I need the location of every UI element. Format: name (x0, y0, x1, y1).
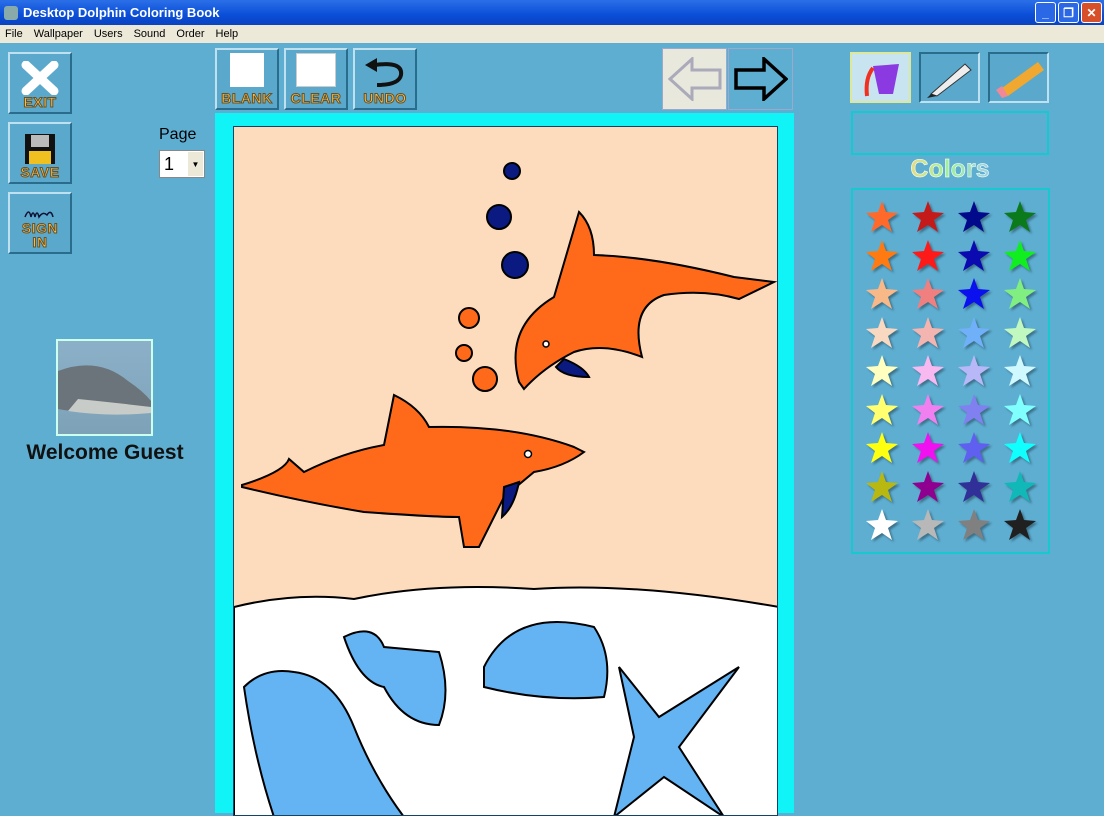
save-label: SAVE (20, 164, 60, 180)
chevron-down-icon[interactable]: ▼ (188, 152, 203, 176)
coloring-canvas[interactable] (233, 126, 778, 816)
pencil-eraser-icon (995, 61, 1044, 98)
color-star-19[interactable] (997, 352, 1043, 391)
color-star-23[interactable] (997, 391, 1043, 430)
menu-file[interactable]: File (0, 28, 29, 40)
blank-label: BLANK (221, 90, 273, 106)
menu-help[interactable]: Help (211, 28, 245, 40)
exit-label: EXIT (23, 94, 57, 110)
color-star-28[interactable] (859, 468, 905, 507)
dolphin-photo (58, 365, 151, 415)
page-value: 1 (164, 153, 175, 174)
color-star-7[interactable] (997, 237, 1043, 276)
current-color-preview (851, 111, 1049, 155)
color-star-25[interactable] (905, 429, 951, 468)
color-star-13[interactable] (905, 314, 951, 353)
color-star-29[interactable] (905, 468, 951, 507)
window-title: Desktop Dolphin Coloring Book (23, 5, 220, 20)
minimize-button[interactable]: _ (1035, 2, 1056, 23)
paint-bucket-tool[interactable] (850, 52, 911, 103)
color-star-24[interactable] (859, 429, 905, 468)
undo-arrow-icon (365, 58, 404, 87)
color-star-16[interactable] (859, 352, 905, 391)
dolphin-app-icon (4, 5, 18, 20)
clear-button[interactable]: CLEAR (284, 48, 348, 110)
previous-page-button[interactable] (662, 48, 727, 110)
page-label: Page (159, 126, 197, 143)
undo-label: UNDO (363, 90, 407, 106)
color-star-12[interactable] (859, 314, 905, 353)
menu-wallpaper[interactable]: Wallpaper (29, 28, 89, 40)
color-star-27[interactable] (997, 429, 1043, 468)
color-star-21[interactable] (905, 391, 951, 430)
close-button[interactable]: ✕ (1081, 2, 1102, 23)
color-star-9[interactable] (905, 275, 951, 314)
color-star-35[interactable] (997, 506, 1043, 545)
color-star-22[interactable] (951, 391, 997, 430)
blank-page-icon (230, 53, 264, 87)
color-star-11[interactable] (997, 275, 1043, 314)
title-bar: Desktop Dolphin Coloring Book _ ❐ ✕ (0, 0, 1104, 25)
color-star-5[interactable] (905, 237, 951, 276)
arrow-left-icon (667, 57, 721, 101)
maximize-button[interactable]: ❐ (1058, 2, 1079, 23)
color-star-30[interactable] (951, 468, 997, 507)
menu-sound[interactable]: Sound (129, 28, 172, 40)
coloring-picture (234, 127, 777, 815)
color-star-18[interactable] (951, 352, 997, 391)
sign-in-label: SIGN IN (21, 220, 59, 250)
menu-users[interactable]: Users (89, 28, 129, 40)
menu-order[interactable]: Order (171, 28, 210, 40)
page-select[interactable]: 1 ▼ (159, 150, 205, 178)
color-star-8[interactable] (859, 275, 905, 314)
menu-bar: File Wallpaper Users Sound Order Help (0, 25, 1104, 43)
color-star-33[interactable] (905, 506, 951, 545)
color-palette (851, 188, 1050, 554)
color-star-26[interactable] (951, 429, 997, 468)
blank-button[interactable]: BLANK (215, 48, 279, 110)
marker-tool[interactable] (919, 52, 980, 103)
floppy-disk-icon (25, 134, 55, 164)
color-star-20[interactable] (859, 391, 905, 430)
sign-in-button[interactable]: SIGN IN (8, 192, 72, 254)
color-star-6[interactable] (951, 237, 997, 276)
canvas-frame (215, 113, 794, 816)
color-star-2[interactable] (951, 198, 997, 237)
color-star-14[interactable] (951, 314, 997, 353)
color-star-15[interactable] (997, 314, 1043, 353)
exit-button[interactable]: EXIT (8, 52, 72, 114)
arrow-right-icon (733, 57, 788, 101)
clear-page-icon (296, 53, 336, 87)
color-star-0[interactable] (859, 198, 905, 237)
save-button[interactable]: SAVE (8, 122, 72, 184)
color-star-32[interactable] (859, 506, 905, 545)
avatar (56, 339, 153, 436)
next-page-button[interactable] (728, 48, 793, 110)
color-star-31[interactable] (997, 468, 1043, 507)
colors-title: Colors (851, 155, 1049, 184)
welcome-text: Welcome Guest (26, 441, 184, 464)
paint-bucket-icon (864, 63, 899, 96)
color-star-17[interactable] (905, 352, 951, 391)
signature-icon (24, 211, 54, 219)
clear-label: CLEAR (290, 90, 342, 106)
marker-icon (926, 62, 972, 98)
pencil-eraser-tool[interactable] (988, 52, 1049, 103)
color-star-1[interactable] (905, 198, 951, 237)
undo-button[interactable]: UNDO (353, 48, 417, 110)
color-star-4[interactable] (859, 237, 905, 276)
color-star-3[interactable] (997, 198, 1043, 237)
x-icon (21, 61, 59, 95)
color-star-10[interactable] (951, 275, 997, 314)
color-star-34[interactable] (951, 506, 997, 545)
